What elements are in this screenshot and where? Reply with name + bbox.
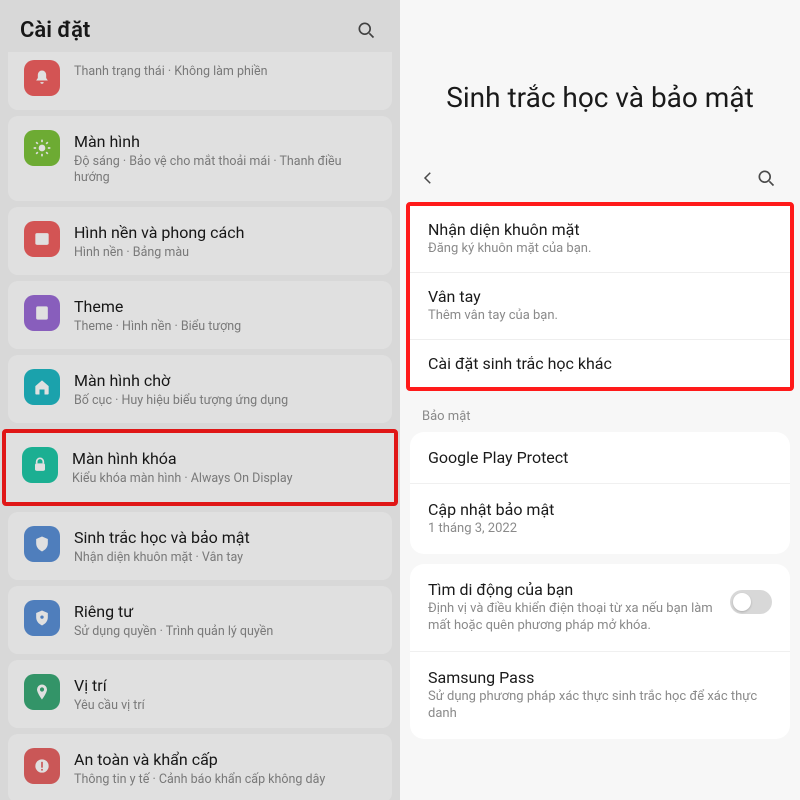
location-icon [24,674,60,710]
image-icon [24,221,60,257]
security-item-play-protect[interactable]: Google Play Protect [410,432,790,483]
settings-item-notifications[interactable]: Thanh trạng thái · Không làm phiền [8,52,392,110]
settings-item-title: An toàn và khẩn cấp [74,750,376,770]
item-title: Cài đặt sinh trắc học khác [428,354,772,373]
security-item-update[interactable]: Cập nhật bảo mật 1 tháng 3, 2022 [410,483,790,554]
settings-item-title: Sinh trắc học và bảo mật [74,528,376,548]
settings-item-title: Hình nền và phong cách [74,223,376,243]
settings-item-privacy[interactable]: Riêng tư Sử dụng quyền · Trình quản lý q… [8,586,392,654]
shield-icon [24,526,60,562]
settings-panel: Cài đặt Thanh trạng thái · Không làm phi… [0,0,400,800]
item-subtitle: Đăng ký khuôn mặt của bạn. [428,241,772,258]
highlight-box-biometrics: Nhận diện khuôn mặt Đăng ký khuôn mặt củ… [406,202,794,391]
settings-item-subtitle: Thanh trạng thái · Không làm phiền [74,64,376,80]
settings-item-text: Theme Theme · Hình nền · Biểu tượng [74,295,376,335]
settings-item-title: Màn hình [74,132,376,152]
settings-item-biometrics[interactable]: Sinh trắc học và bảo mật Nhận diện khuôn… [8,512,392,580]
item-subtitle: Thêm vân tay của bạn. [428,308,772,325]
settings-item-title: Theme [74,297,376,317]
settings-item-subtitle: Nhận diện khuôn mặt · Vân tay [74,550,376,566]
item-title: Vân tay [428,287,772,306]
settings-item-wallpaper[interactable]: Hình nền và phong cách Hình nền · Bảng m… [8,207,392,275]
item-text: Tìm di động của bạn Định vị và điều khiể… [428,580,720,635]
settings-item-subtitle: Thông tin y tế · Cảnh báo khẩn cấp không… [74,772,376,788]
settings-item-text: Sinh trắc học và bảo mật Nhận diện khuôn… [74,526,376,566]
item-title: Cập nhật bảo mật [428,500,772,519]
settings-item-lockscreen[interactable]: Màn hình khóa Kiểu khóa màn hình · Alway… [6,433,394,501]
highlight-box-lockscreen: Màn hình khóa Kiểu khóa màn hình · Alway… [2,429,398,505]
settings-item-text: Hình nền và phong cách Hình nền · Bảng m… [74,221,376,261]
settings-item-title: Màn hình chờ [74,371,376,391]
search-icon [756,168,776,188]
settings-item-theme[interactable]: Theme Theme · Hình nền · Biểu tượng [8,281,392,349]
settings-item-text: Riêng tư Sử dụng quyền · Trình quản lý q… [74,600,376,640]
settings-title: Cài đặt [20,18,90,43]
biometrics-item-other[interactable]: Cài đặt sinh trắc học khác [410,339,790,387]
back-button[interactable] [414,164,442,192]
settings-item-text: Thanh trạng thái · Không làm phiền [74,60,376,80]
find-card: Tìm di động của bạn Định vị và điều khiể… [410,564,790,739]
settings-item-display[interactable]: Màn hình Độ sáng · Bảo vệ cho mắt thoải … [8,116,392,201]
chevron-left-icon [419,169,437,187]
item-title: Nhận diện khuôn mặt [428,220,772,239]
sun-icon [24,130,60,166]
biometrics-title-wrap: Sinh trắc học và bảo mật [400,0,800,156]
settings-item-subtitle: Kiểu khóa màn hình · Always On Display [72,471,378,487]
settings-item-subtitle: Sử dụng quyền · Trình quản lý quyền [74,624,376,640]
settings-item-location[interactable]: Vị trí Yêu cầu vị trí [8,660,392,728]
home-icon [24,369,60,405]
bell-icon [24,60,60,96]
find-my-mobile-toggle[interactable] [730,590,772,614]
settings-item-text: Màn hình Độ sáng · Bảo vệ cho mắt thoải … [74,130,376,187]
settings-item-homescreen[interactable]: Màn hình chờ Bố cục · Huy hiệu biểu tượn… [8,355,392,423]
find-my-mobile-item[interactable]: Tìm di động của bạn Định vị và điều khiể… [410,564,790,651]
item-title: Tìm di động của bạn [428,580,720,599]
biometrics-item-fingerprint[interactable]: Vân tay Thêm vân tay của bạn. [410,272,790,339]
item-subtitle: Sử dụng phương pháp xác thực sinh trắc h… [428,689,772,723]
theme-icon [24,295,60,331]
item-title: Google Play Protect [428,448,772,467]
biometrics-nav [400,156,800,200]
settings-item-text: Màn hình khóa Kiểu khóa màn hình · Alway… [72,447,378,487]
item-subtitle: Định vị và điều khiển điện thoại từ xa n… [428,601,720,635]
lock-icon [22,447,58,483]
search-icon [356,20,376,40]
biometrics-title: Sinh trắc học và bảo mật [430,80,770,116]
search-button[interactable] [752,164,780,192]
settings-header: Cài đặt [0,0,400,52]
item-subtitle: 1 tháng 3, 2022 [428,521,772,538]
settings-item-text: Vị trí Yêu cầu vị trí [74,674,376,714]
settings-item-title: Riêng tư [74,602,376,622]
settings-item-subtitle: Yêu cầu vị trí [74,698,376,714]
emergency-icon [24,748,60,784]
settings-item-subtitle: Độ sáng · Bảo vệ cho mắt thoải mái · Tha… [74,154,376,187]
settings-item-subtitle: Theme · Hình nền · Biểu tượng [74,319,376,335]
settings-item-subtitle: Hình nền · Bảng màu [74,245,376,261]
privacy-icon [24,600,60,636]
item-title: Samsung Pass [428,668,772,687]
settings-item-text: Màn hình chờ Bố cục · Huy hiệu biểu tượn… [74,369,376,409]
biometrics-item-face[interactable]: Nhận diện khuôn mặt Đăng ký khuôn mặt củ… [410,206,790,272]
settings-item-text: An toàn và khẩn cấp Thông tin y tế · Cản… [74,748,376,788]
settings-item-title: Vị trí [74,676,376,696]
search-button[interactable] [352,16,380,44]
samsung-pass-item[interactable]: Samsung Pass Sử dụng phương pháp xác thự… [410,651,790,739]
biometrics-panel: Sinh trắc học và bảo mật Nhận diện khuôn… [400,0,800,800]
settings-list: Thanh trạng thái · Không làm phiền Màn h… [0,52,400,800]
settings-item-title: Màn hình khóa [72,449,378,469]
security-section-label: Bảo mật [400,401,800,432]
settings-item-subtitle: Bố cục · Huy hiệu biểu tượng ứng dụng [74,393,376,409]
security-card: Google Play Protect Cập nhật bảo mật 1 t… [410,432,790,554]
settings-item-emergency[interactable]: An toàn và khẩn cấp Thông tin y tế · Cản… [8,734,392,800]
